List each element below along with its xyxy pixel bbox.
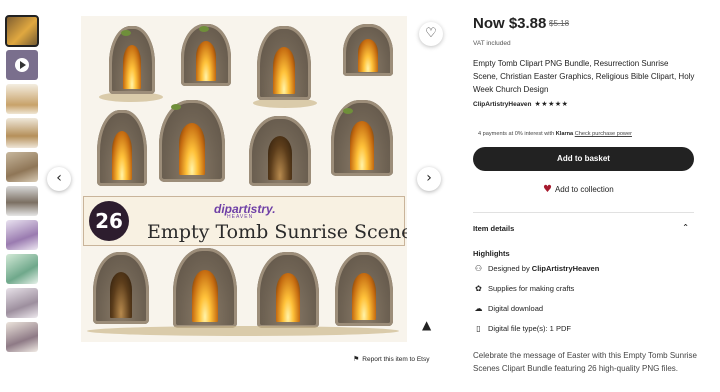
- listing-title: Empty Tomb Clipart PNG Bundle, Resurrect…: [473, 59, 695, 94]
- ground-shadow: [87, 326, 399, 336]
- heart-outline-icon[interactable]: ♡: [419, 22, 443, 46]
- chevron-up-icon: ⌃: [682, 223, 689, 232]
- craft-supplies-icon: ✿: [475, 284, 482, 293]
- vat-note: VAT included: [473, 40, 511, 47]
- tomb-illustration: [257, 26, 311, 100]
- thumbnail-video[interactable]: [6, 50, 38, 80]
- thumbnail-4[interactable]: [6, 118, 38, 148]
- foliage: [121, 30, 131, 36]
- banner-title: Empty Tomb Sunrise Scenes: [147, 221, 407, 243]
- tomb-illustration: [93, 252, 149, 324]
- thumbnail-7[interactable]: [6, 220, 38, 250]
- foliage: [343, 108, 353, 114]
- report-item-link[interactable]: ⚑ Report this item to Etsy: [353, 355, 429, 363]
- original-price: $5.18: [549, 19, 570, 28]
- add-to-collection-label: Add to collection: [554, 185, 614, 194]
- tomb-illustration: [335, 252, 393, 326]
- highlight-download: ☁ Digital download: [474, 304, 544, 313]
- tomb-illustration: [343, 24, 393, 76]
- item-details-toggle[interactable]: Item details ⌃: [473, 223, 694, 233]
- thumbnail-8[interactable]: [6, 254, 38, 284]
- thumbnail-5[interactable]: [6, 152, 38, 182]
- current-price: Now $3.88: [473, 15, 547, 32]
- shop-row: ClipArtistryHeaven ★★★★★: [473, 100, 568, 108]
- foliage: [171, 104, 181, 110]
- thumbnail-1[interactable]: [5, 15, 39, 47]
- foliage: [199, 26, 209, 32]
- highlight-file-type: ▯ Digital file type(s): 1 PDF: [473, 324, 571, 333]
- tomb-illustration: [331, 100, 393, 176]
- add-to-basket-button[interactable]: Add to basket: [473, 147, 694, 171]
- file-icon: ▯: [476, 324, 481, 333]
- klarna-payment-note: 4 payments at 0% interest with Klarna Ch…: [478, 131, 632, 137]
- highlight-supplies: ✿ Supplies for making crafts: [473, 284, 574, 293]
- tomb-illustration: [181, 24, 231, 86]
- brand-logo-sub: HEAVEN: [227, 214, 254, 220]
- item-details-heading: Item details: [473, 224, 515, 233]
- item-description: Celebrate the message of Easter with thi…: [473, 351, 697, 373]
- tomb-illustration: [97, 110, 147, 186]
- chevron-left-icon[interactable]: ‹: [47, 167, 71, 191]
- platform-logo-icon: ▲: [422, 318, 432, 332]
- thumbnail-10[interactable]: [6, 322, 38, 352]
- thumbnail-3[interactable]: [6, 84, 38, 114]
- thumbnail-6[interactable]: [6, 186, 38, 216]
- flag-icon: ⚑: [353, 355, 360, 363]
- main-listing-image[interactable]: 26 dipartistry. HEAVEN Empty Tomb Sunris…: [81, 16, 407, 342]
- thumbnail-strip: [5, 15, 39, 356]
- tomb-illustration: [173, 248, 237, 328]
- heart-filled-icon: ♥: [543, 184, 552, 195]
- cloud-download-icon: ☁: [474, 304, 483, 313]
- klarna-brand: Klarna: [555, 131, 574, 137]
- report-label: Report this item to Etsy: [362, 356, 430, 363]
- check-purchase-power-link[interactable]: Check purchase power: [575, 131, 632, 137]
- designer-link[interactable]: ClipArtistryHeaven: [532, 264, 600, 273]
- thumbnail-9[interactable]: [6, 288, 38, 318]
- highlights-heading: Highlights: [473, 249, 510, 258]
- add-to-collection-button[interactable]: ♥ Add to collection: [543, 184, 614, 195]
- rating-stars: ★★★★★: [534, 100, 569, 108]
- tomb-illustration: [257, 252, 319, 328]
- tomb-illustration: [159, 100, 225, 182]
- highlight-designer: ⚇ Designed by ClipArtistryHeaven: [474, 264, 600, 273]
- tomb-illustration: [109, 26, 155, 94]
- title-banner: 26 dipartistry. HEAVEN Empty Tomb Sunris…: [83, 196, 407, 246]
- chevron-right-icon[interactable]: ›: [417, 167, 441, 191]
- divider: [473, 212, 694, 213]
- klarna-prefix: 4 payments at 0% interest with: [478, 131, 555, 137]
- designer-icon: ⚇: [474, 264, 483, 273]
- file-count-badge: 26: [89, 201, 129, 241]
- shop-name-link[interactable]: ClipArtistryHeaven: [473, 101, 532, 108]
- tomb-illustration: [249, 116, 311, 186]
- play-icon: [15, 58, 29, 72]
